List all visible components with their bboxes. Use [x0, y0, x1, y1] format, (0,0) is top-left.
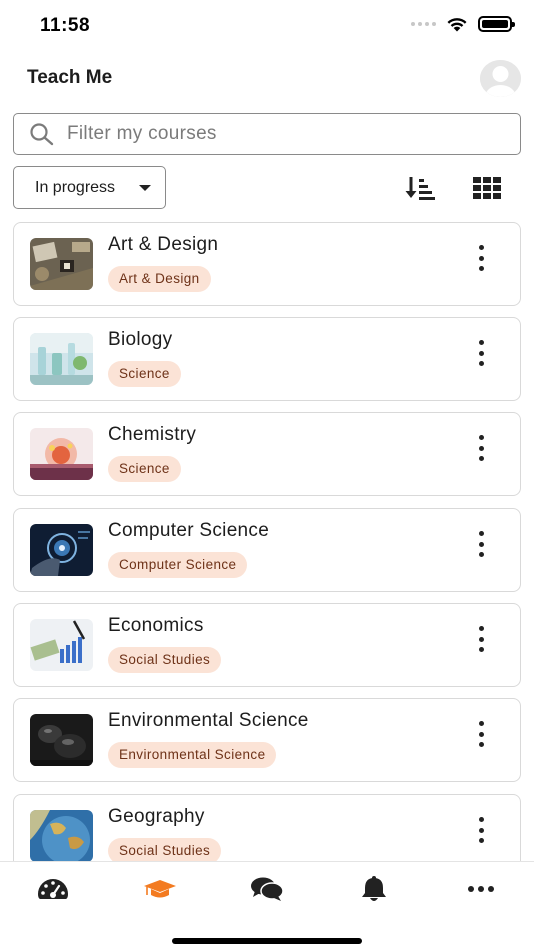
status-bar: 11:58: [0, 0, 534, 52]
course-image: [30, 619, 93, 671]
course-category-badge: Computer Science: [108, 552, 248, 578]
dashboard-icon: [38, 879, 68, 899]
cellular-signal-icon: [411, 22, 436, 26]
nav-my-courses[interactable]: [138, 874, 182, 904]
course-options-icon[interactable]: [476, 245, 486, 271]
course-image: [30, 238, 93, 290]
course-card[interactable]: Chemistry Science: [13, 412, 521, 496]
course-image: [30, 333, 93, 385]
course-category-badge: Science: [108, 361, 181, 387]
course-image: [30, 714, 93, 766]
course-options-icon[interactable]: [476, 626, 486, 652]
course-image: [30, 428, 93, 480]
search-box[interactable]: [13, 113, 521, 155]
course-options-icon[interactable]: [476, 817, 486, 843]
course-category-badge: Environmental Science: [108, 742, 277, 768]
course-category-badge: Social Studies: [108, 647, 222, 673]
bell-icon: [362, 876, 386, 901]
course-card[interactable]: Biology Science: [13, 317, 521, 401]
page-title: Teach Me: [27, 67, 113, 88]
battery-icon: [478, 16, 515, 32]
course-image: [30, 524, 93, 576]
search-icon: [29, 122, 55, 146]
course-category-badge: Social Studies: [108, 838, 222, 862]
nav-notifications[interactable]: [352, 874, 396, 904]
course-name: Chemistry: [108, 424, 197, 445]
course-card[interactable]: Geography Social Studies: [13, 794, 521, 862]
course-category-badge: Science: [108, 456, 181, 482]
nav-dashboard[interactable]: [31, 874, 75, 904]
wifi-icon: [447, 18, 467, 32]
course-filter-label: In progress: [35, 178, 116, 196]
course-name: Economics: [108, 615, 204, 636]
course-options-icon[interactable]: [476, 721, 486, 747]
sort-amount-icon: [405, 177, 435, 200]
home-indicator: [172, 938, 362, 944]
chevron-down-icon: [139, 185, 151, 191]
view-toggle-button[interactable]: [472, 176, 502, 200]
course-options-icon[interactable]: [476, 340, 486, 366]
course-category-badge: Art & Design: [108, 266, 211, 292]
status-time: 11:58: [40, 15, 91, 36]
course-card[interactable]: Art & Design Art & Design: [13, 222, 521, 306]
course-list: Art & Design Art & Design Biology Scienc…: [13, 222, 521, 862]
grid-icon: [473, 177, 501, 199]
course-name: Art & Design: [108, 234, 219, 255]
course-filter-dropdown[interactable]: In progress: [13, 166, 166, 209]
course-name: Computer Science: [108, 520, 270, 541]
course-name: Geography: [108, 806, 205, 827]
search-input[interactable]: [67, 123, 487, 145]
chat-bubbles-icon: [251, 877, 284, 901]
course-name: Environmental Science: [108, 710, 309, 731]
status-icons: [411, 16, 515, 32]
user-avatar[interactable]: [480, 60, 521, 97]
course-card[interactable]: Environmental Science Environmental Scie…: [13, 698, 521, 782]
graduation-cap-icon: [144, 880, 176, 898]
course-name: Biology: [108, 329, 173, 350]
more-dots-icon: [468, 886, 494, 892]
course-image: [30, 810, 93, 862]
screen: 11:58 Teach Me Filter my courses In prog…: [0, 0, 534, 950]
course-card[interactable]: Computer Science Computer Science: [13, 508, 521, 592]
sort-button[interactable]: [404, 174, 436, 202]
nav-more[interactable]: [459, 874, 503, 904]
course-options-icon[interactable]: [476, 531, 486, 557]
course-options-icon[interactable]: [476, 435, 486, 461]
user-silhouette-icon: [480, 60, 521, 97]
course-card[interactable]: Economics Social Studies: [13, 603, 521, 687]
nav-messages[interactable]: [245, 874, 289, 904]
bottom-nav: [0, 861, 534, 950]
